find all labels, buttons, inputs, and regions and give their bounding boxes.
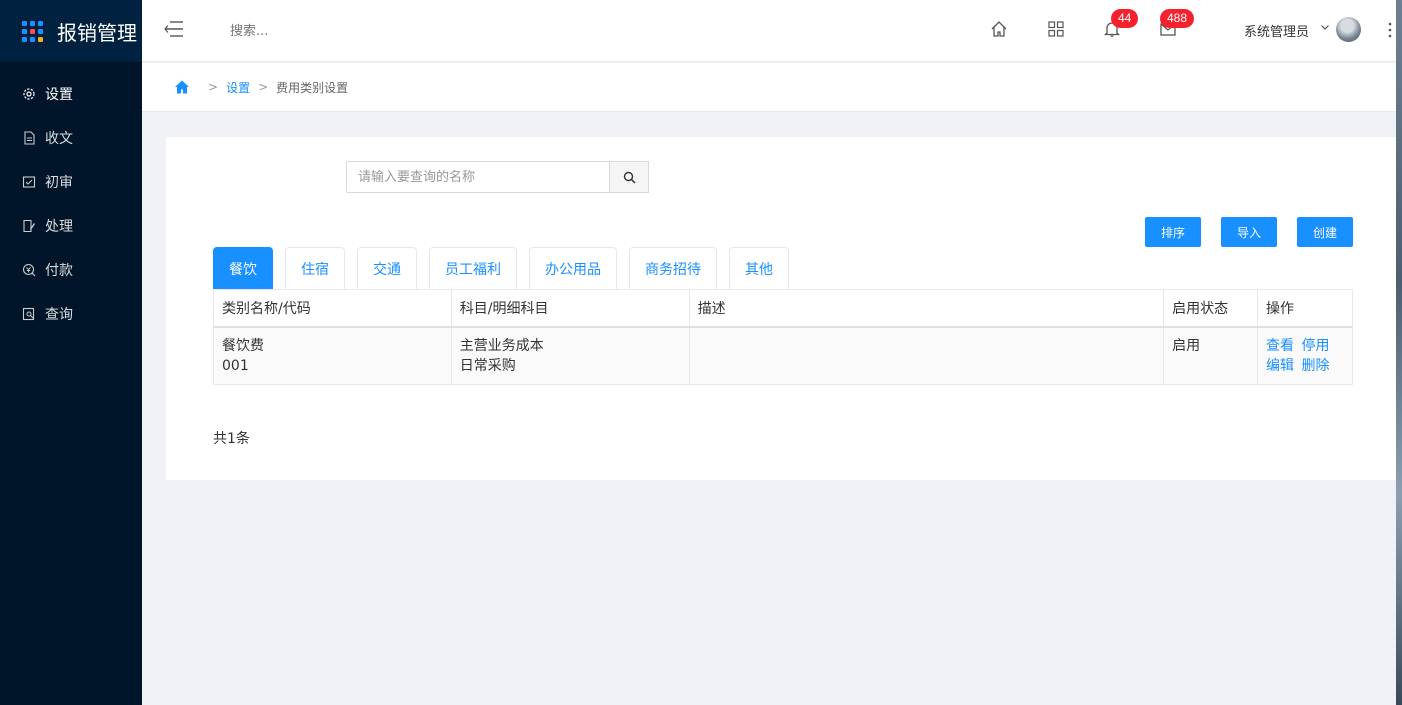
sidebar-item-label: 收文 <box>45 131 73 147</box>
category-tabs: 餐饮 住宿 交通 员工福利 办公用品 商务招待 其他 <box>213 247 801 289</box>
breadcrumb-current: 费用类别设置 <box>276 80 349 95</box>
sidebar-item-label: 设置 <box>45 87 73 103</box>
top-header: 44 488 系统管理员 <box>142 0 1396 62</box>
import-button[interactable]: 导入 <box>1221 217 1277 247</box>
detail-subject: 日常采购 <box>459 357 516 374</box>
disable-link[interactable]: 停用 <box>1301 338 1329 354</box>
tab-other[interactable]: 其他 <box>729 247 789 289</box>
breadcrumb-separator: > <box>208 80 219 94</box>
total-count: 共1条 <box>213 431 250 447</box>
column-header-name[interactable]: 类别名称/代码 <box>213 289 452 328</box>
gear-icon <box>22 87 36 101</box>
column-header-status[interactable]: 启用状态 <box>1163 289 1259 328</box>
app-grid-logo-icon <box>22 20 43 42</box>
column-header-subject[interactable]: 科目/明细科目 <box>450 289 690 328</box>
user-menu[interactable]: 系统管理员 <box>1244 21 1309 40</box>
view-link[interactable]: 查看 <box>1266 338 1294 354</box>
table-row: 餐饮费 001 主营业务成本 日常采购 启用 查看 停用 编辑 删除 <box>213 326 1353 385</box>
column-header-description[interactable]: 描述 <box>688 289 1165 328</box>
sidebar-item-query[interactable]: 查询 <box>0 292 142 336</box>
avatar[interactable] <box>1336 17 1361 42</box>
sidebar-item-label: 付款 <box>45 263 73 279</box>
window-edge <box>1396 0 1402 705</box>
cell-description <box>688 326 1165 385</box>
query-icon <box>22 307 36 321</box>
category-code: 001 <box>222 357 249 374</box>
create-button[interactable]: 创建 <box>1297 217 1353 247</box>
sidebar-item-process[interactable]: 处理 <box>0 204 142 248</box>
tab-lodging[interactable]: 住宿 <box>285 247 345 289</box>
tab-dining[interactable]: 餐饮 <box>213 247 273 289</box>
sidebar: 报销管理 设置 收文 初审 处理 付款 查询 <box>0 0 142 705</box>
notification-badge: 44 <box>1111 9 1139 28</box>
sidebar-item-label: 初审 <box>45 175 73 191</box>
cell-subject: 主营业务成本 日常采购 <box>450 326 690 385</box>
cell-actions: 查看 停用 编辑 删除 <box>1257 326 1353 385</box>
header-search-input[interactable] <box>230 18 470 44</box>
tab-employee-benefits[interactable]: 员工福利 <box>429 247 517 289</box>
category-table: 类别名称/代码 科目/明细科目 描述 启用状态 操作 餐饮费 001 主营业务成… <box>213 289 1353 385</box>
payment-icon <box>22 263 36 277</box>
category-name: 餐饮费 <box>222 337 264 354</box>
breadcrumb: > 设置 > 费用类别设置 <box>142 63 1396 112</box>
chevron-down-icon[interactable] <box>1320 22 1330 32</box>
delete-link[interactable]: 删除 <box>1301 358 1329 374</box>
message-badge: 488 <box>1160 9 1195 28</box>
home-icon[interactable] <box>990 20 1008 38</box>
sidebar-item-settings[interactable]: 设置 <box>0 72 142 116</box>
search-button[interactable] <box>609 161 649 193</box>
review-icon <box>22 175 36 189</box>
edit-icon <box>22 219 36 233</box>
column-header-actions: 操作 <box>1257 289 1353 328</box>
cell-name-code: 餐饮费 001 <box>213 326 452 385</box>
apps-grid-icon[interactable] <box>1047 20 1065 38</box>
sort-button[interactable]: 排序 <box>1145 217 1201 247</box>
category-search-input[interactable] <box>346 161 610 193</box>
home-icon[interactable] <box>174 79 190 95</box>
more-vertical-icon[interactable] <box>1387 22 1393 38</box>
logo-area: 报销管理 <box>0 0 142 62</box>
cell-status: 启用 <box>1163 326 1259 385</box>
sidebar-menu: 设置 收文 初审 处理 付款 查询 <box>0 62 142 336</box>
tab-transport[interactable]: 交通 <box>357 247 417 289</box>
breadcrumb-separator: > <box>258 80 269 94</box>
search-icon <box>623 171 636 184</box>
table-header-row: 类别名称/代码 科目/明细科目 描述 启用状态 操作 <box>213 289 1353 328</box>
document-icon <box>22 131 36 145</box>
content-card: 排序 导入 创建 餐饮 住宿 交通 员工福利 办公用品 商务招待 其他 类别名称… <box>166 137 1396 480</box>
sidebar-item-label: 处理 <box>45 219 73 235</box>
sidebar-item-label: 查询 <box>45 307 73 323</box>
menu-fold-icon[interactable] <box>164 19 184 39</box>
sidebar-item-review[interactable]: 初审 <box>0 160 142 204</box>
sidebar-item-payment[interactable]: 付款 <box>0 248 142 292</box>
edit-link[interactable]: 编辑 <box>1266 358 1294 374</box>
sidebar-item-inbox[interactable]: 收文 <box>0 116 142 160</box>
subject: 主营业务成本 <box>459 337 544 354</box>
tab-business-entertainment[interactable]: 商务招待 <box>629 247 717 289</box>
breadcrumb-settings[interactable]: 设置 <box>226 79 250 96</box>
tab-office-supplies[interactable]: 办公用品 <box>529 247 617 289</box>
app-title: 报销管理 <box>57 20 137 45</box>
